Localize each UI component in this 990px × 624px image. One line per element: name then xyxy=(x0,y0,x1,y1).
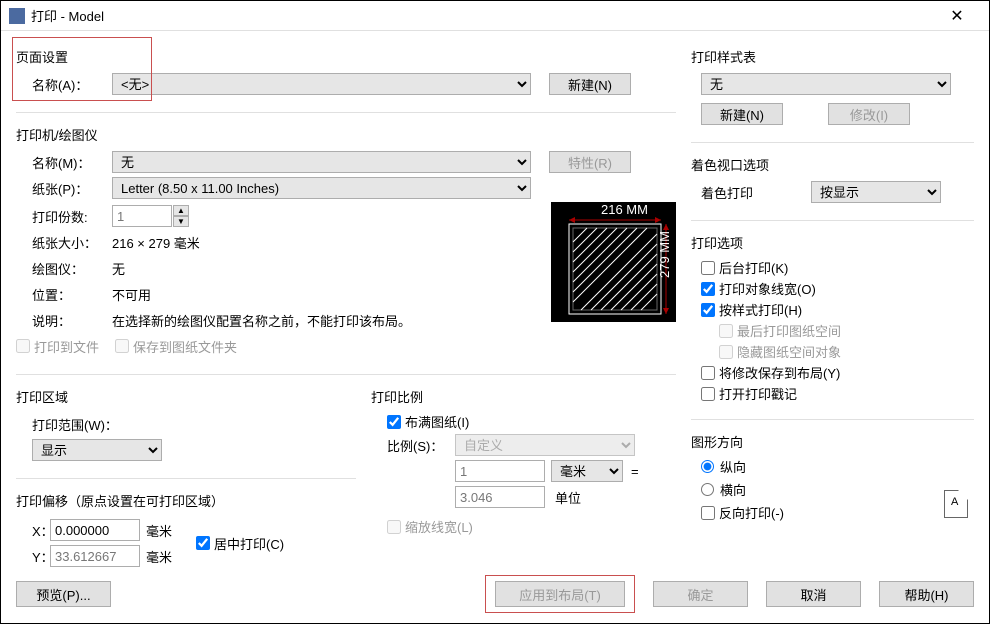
close-button[interactable]: ✕ xyxy=(933,6,981,26)
y-unit: 毫米 xyxy=(146,547,172,566)
scale-label: 打印比例 xyxy=(371,387,676,406)
page-setup-group: 页面设置 名称(A)： <无> 新建(N) xyxy=(16,41,676,106)
cancel-button[interactable]: 取消 xyxy=(766,581,861,607)
plotter-label: 绘图仪： xyxy=(16,259,112,278)
footer: 预览(P)... 应用到布局(T) 确定 取消 帮助(H) xyxy=(16,575,974,613)
scale-ratio-label: 比例(S)： xyxy=(387,436,455,455)
copies-up-button[interactable]: ▲ xyxy=(173,205,189,216)
style-table-label: 打印样式表 xyxy=(691,47,974,66)
save-to-folder-check[interactable]: 保存到图纸文件夹 xyxy=(115,337,237,356)
last-check[interactable]: 最后打印图纸空间 xyxy=(701,321,974,340)
print-area-label: 打印区域 xyxy=(16,387,356,406)
window-title: 打印 - Model xyxy=(31,6,933,25)
x-unit: 毫米 xyxy=(146,521,172,540)
shaded-select[interactable]: 按显示 xyxy=(811,181,941,203)
shaded-group: 着色视口选项 着色打印 按显示 xyxy=(691,149,974,214)
location-label: 位置： xyxy=(16,285,112,304)
scale-denom-input[interactable] xyxy=(455,486,545,508)
y-label: Y： xyxy=(16,547,50,566)
orient-label: 图形方向 xyxy=(691,432,974,451)
scale-group: 打印比例 布满图纸(I) 比例(S)： 自定义 毫米 = xyxy=(371,381,676,546)
orient-group: 图形方向 纵向 横向 反向打印(-) xyxy=(691,426,974,532)
scale-num-input[interactable] xyxy=(455,460,545,482)
scale-lw-check[interactable]: 缩放线宽(L) xyxy=(387,517,676,536)
hide-check[interactable]: 隐藏图纸空间对象 xyxy=(701,342,974,361)
portrait-radio[interactable]: 纵向 xyxy=(701,457,974,476)
note-value: 在选择新的绘图仪配置名称之前，不能打印该布局。 xyxy=(112,311,411,330)
eq-label: = xyxy=(631,464,639,479)
style-table-select[interactable]: 无 xyxy=(701,73,951,95)
fit-check[interactable]: 布满图纸(I) xyxy=(387,412,676,431)
bystyle-check[interactable]: 按样式打印(H) xyxy=(701,300,974,319)
lw-check[interactable]: 打印对象线宽(O) xyxy=(701,279,974,298)
apply-button[interactable]: 应用到布局(T) xyxy=(495,581,625,607)
offset-group: 打印偏移（原点设置在可打印区域） X： 毫米 Y： 毫米 xyxy=(16,485,356,578)
scale-select[interactable]: 自定义 xyxy=(455,434,635,456)
stamp-check[interactable]: 打开打印戳记 xyxy=(701,384,974,403)
ok-button[interactable]: 确定 xyxy=(653,581,748,607)
preview-button[interactable]: 预览(P)... xyxy=(16,581,111,607)
paper-select[interactable]: Letter (8.50 x 11.00 Inches) xyxy=(112,177,531,199)
paper-size-label: 纸张大小： xyxy=(16,233,112,252)
app-icon xyxy=(9,8,25,24)
printer-select[interactable]: 无 xyxy=(112,151,531,173)
options-label: 打印选项 xyxy=(691,233,974,252)
x-input[interactable] xyxy=(50,519,140,541)
help-button[interactable]: 帮助(H) xyxy=(879,581,974,607)
paper-size-value: 216 × 279 毫米 xyxy=(112,233,200,252)
copies-down-button[interactable]: ▼ xyxy=(173,216,189,227)
plotter-value: 无 xyxy=(112,259,125,278)
options-group: 打印选项 后台打印(K) 打印对象线宽(O) 按样式打印(H) 最后打印图纸空间… xyxy=(691,227,974,413)
offset-label: 打印偏移（原点设置在可打印区域） xyxy=(16,491,356,510)
x-label: X： xyxy=(16,521,50,540)
shaded-label: 着色视口选项 xyxy=(691,155,974,174)
y-input[interactable] xyxy=(50,545,140,567)
page-setup-label: 页面设置 xyxy=(16,47,676,66)
scale-unit-select[interactable]: 毫米 xyxy=(551,460,623,482)
svg-text:216 MM: 216 MM xyxy=(601,202,648,217)
printer-props-button[interactable]: 特性(R) xyxy=(549,151,631,173)
denom-unit: 单位 xyxy=(555,488,581,507)
name-label: 名称(A)： xyxy=(16,75,112,94)
page-setup-select[interactable]: <无> xyxy=(112,73,531,95)
range-label: 打印范围(W)： xyxy=(32,415,118,434)
title-bar: 打印 - Model ✕ xyxy=(1,1,989,31)
bg-check[interactable]: 后台打印(K) xyxy=(701,258,974,277)
shaded-print-label: 着色打印 xyxy=(701,183,811,202)
print-area-group: 打印区域 打印范围(W)： 显示 xyxy=(16,381,356,472)
style-table-group: 打印样式表 无 新建(N) 修改(I) xyxy=(691,41,974,136)
paper-label: 纸张(P)： xyxy=(16,179,112,198)
paper-preview: 216 MM 279 MM xyxy=(551,202,676,322)
paper-orientation-icon xyxy=(944,490,968,518)
printer-name-label: 名称(M)： xyxy=(16,153,112,172)
copies-input[interactable] xyxy=(112,205,172,227)
range-select[interactable]: 显示 xyxy=(32,439,162,461)
copies-label: 打印份数: xyxy=(16,207,112,226)
reverse-check[interactable]: 反向打印(-) xyxy=(701,503,974,522)
center-check[interactable]: 居中打印(C) xyxy=(196,534,284,553)
style-edit-button[interactable]: 修改(I) xyxy=(828,103,910,125)
svg-text:279 MM: 279 MM xyxy=(657,231,672,278)
savelayout-check[interactable]: 将修改保存到布局(Y) xyxy=(701,363,974,382)
page-setup-new-button[interactable]: 新建(N) xyxy=(549,73,631,95)
landscape-radio[interactable]: 横向 xyxy=(701,480,974,499)
printer-group: 打印机/绘图仪 名称(M)： 无 特性(R) 纸张(P)： Letter (8.… xyxy=(16,119,676,368)
location-value: 不可用 xyxy=(112,285,151,304)
print-to-file-check[interactable]: 打印到文件 xyxy=(16,337,99,356)
style-new-button[interactable]: 新建(N) xyxy=(701,103,783,125)
note-label: 说明： xyxy=(16,311,112,330)
printer-group-label: 打印机/绘图仪 xyxy=(16,125,676,144)
